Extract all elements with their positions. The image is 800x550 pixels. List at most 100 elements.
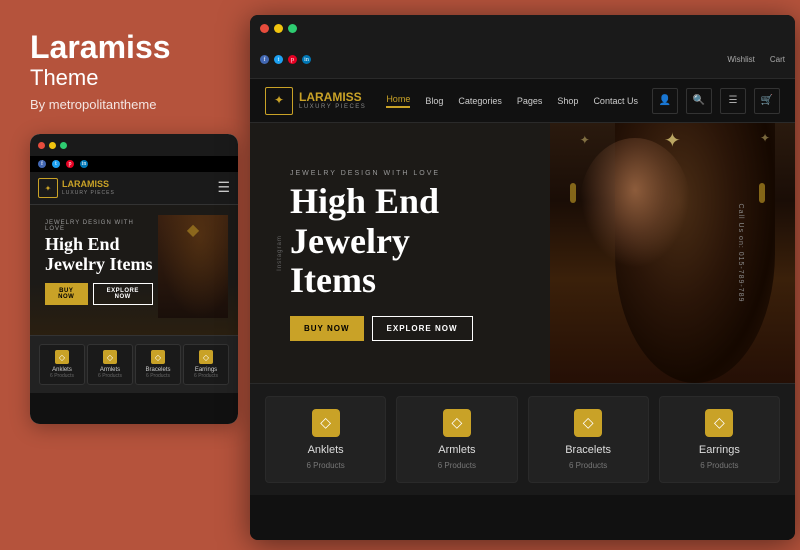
mobile-dot-red	[38, 142, 45, 149]
desktop-cat-icon-armlets: ◇	[443, 409, 471, 437]
desktop-cat-count-bracelets: 6 Products	[569, 461, 607, 470]
hero-image: ✦ ✦ ✦ Call Us on: 015-789-789	[550, 123, 795, 383]
left-panel: Laramiss Theme By metropolitantheme f t …	[0, 0, 248, 550]
desktop-hero-title: High EndJewelryItems	[290, 182, 530, 301]
mobile-dot-green	[60, 142, 67, 149]
desktop-cat-name-armlets: Armlets	[438, 444, 475, 456]
desktop-call-label: Call Us on: 015-789-789	[737, 204, 744, 303]
desktop-logo-text-area: LARAMISS LUXURY PIECES	[299, 91, 366, 110]
desktop-cat-armlets[interactable]: ◇ Armlets 6 Products	[396, 396, 517, 483]
mobile-dot-yellow	[49, 142, 56, 149]
mobile-cat-count-armlets: 6 Products	[91, 373, 129, 379]
desktop-cat-anklets[interactable]: ◇ Anklets 6 Products	[265, 396, 386, 483]
desktop-utility-nav: f t p in Wishlist Cart	[250, 41, 795, 79]
nav-pages[interactable]: Pages	[517, 96, 543, 106]
desktop-categories: ◇ Anklets 6 Products ◇ Armlets 6 Product…	[250, 383, 795, 495]
desktop-cat-icon-anklets: ◇	[312, 409, 340, 437]
mobile-cat-bracelets[interactable]: ◇ Bracelets 6 Products	[135, 344, 181, 385]
desktop-cat-bracelets[interactable]: ◇ Bracelets 6 Products	[528, 396, 649, 483]
desktop-hero-left: JEWELRY DESIGN WITH LOVE High EndJewelry…	[250, 123, 550, 383]
mobile-hero-title: High EndJewelry Items	[45, 235, 153, 275]
desktop-cat-name-earrings: Earrings	[699, 444, 740, 456]
desktop-logo-icon: ✦	[265, 87, 293, 115]
desktop-hero-right: ✦ ✦ ✦ Call Us on: 015-789-789	[550, 123, 795, 383]
mobile-cat-icon-anklets: ◇	[55, 350, 69, 364]
desktop-top-bar	[250, 15, 795, 41]
desktop-account-icon[interactable]: 👤	[652, 88, 678, 114]
mobile-logo-icon: ✦	[38, 178, 58, 198]
mobile-cat-icon-bracelets: ◇	[151, 350, 165, 364]
desktop-cat-count-earrings: 6 Products	[700, 461, 738, 470]
desktop-content: f t p in Wishlist Cart ✦ LARAMISS LUXURY…	[250, 41, 795, 540]
desktop-buy-button[interactable]: BUY NOW	[290, 316, 364, 341]
mobile-preview: f t p in ✦ LARAMISS LUXURY PIECES ☰	[30, 134, 238, 424]
desktop-cart-icon[interactable]: 🛒	[754, 88, 780, 114]
mobile-social-pinterest: p	[66, 160, 74, 168]
mobile-nav: ✦ LARAMISS LUXURY PIECES ☰	[30, 172, 238, 205]
brand-subtitle: Theme	[30, 65, 228, 91]
mobile-cat-icon-armlets: ◇	[103, 350, 117, 364]
mobile-logo-sub: LUXURY PIECES	[62, 190, 115, 196]
desktop-explore-button[interactable]: EXPLORE NOW	[372, 316, 473, 341]
mobile-social-facebook: f	[38, 160, 46, 168]
mobile-hero-small-text: JEWELRY DESIGN WITH LOVE	[45, 220, 153, 232]
desktop-main-links: Home Blog Categories Pages Shop Contact …	[386, 94, 652, 108]
desktop-cat-count-armlets: 6 Products	[438, 461, 476, 470]
desktop-nav-right: Wishlist Cart	[727, 55, 785, 64]
nav-home[interactable]: Home	[386, 94, 410, 108]
desktop-search-icon[interactable]: 🔍	[686, 88, 712, 114]
mobile-buy-button[interactable]: BUY NOW	[45, 283, 88, 305]
desktop-logo-brand: LARAMISS	[299, 91, 366, 104]
wishlist-link[interactable]: Wishlist	[727, 55, 755, 64]
mobile-social-bar: f t p in	[30, 156, 238, 172]
mobile-hamburger-icon[interactable]: ☰	[217, 180, 230, 197]
mobile-social-linkedin: in	[80, 160, 88, 168]
brand-title: Laramiss	[30, 30, 228, 65]
desktop-preview: f t p in Wishlist Cart ✦ LARAMISS LUXURY…	[250, 15, 795, 540]
mobile-cat-count-bracelets: 6 Products	[139, 373, 177, 379]
desktop-main-nav: ✦ LARAMISS LUXURY PIECES Home Blog Categ…	[250, 79, 795, 123]
mobile-top-bar	[30, 134, 238, 156]
mobile-btn-row: BUY NOW EXPLORE NOW	[45, 283, 153, 305]
mobile-cat-armlets[interactable]: ◇ Armlets 6 Products	[87, 344, 133, 385]
mobile-logo-area: ✦ LARAMISS LUXURY PIECES	[38, 178, 115, 198]
mobile-logo-text-area: LARAMISS LUXURY PIECES	[62, 180, 115, 196]
brand-by: By metropolitantheme	[30, 97, 228, 112]
mobile-cat-anklets[interactable]: ◇ Anklets 6 Products	[39, 344, 85, 385]
mobile-content: f t p in ✦ LARAMISS LUXURY PIECES ☰	[30, 156, 238, 424]
desktop-logo-sub: LUXURY PIECES	[299, 104, 366, 110]
nav-blog[interactable]: Blog	[425, 96, 443, 106]
desktop-logo-area: ✦ LARAMISS LUXURY PIECES	[265, 87, 366, 115]
desktop-cat-icon-bracelets: ◇	[574, 409, 602, 437]
desktop-social-twitter[interactable]: t	[274, 55, 283, 64]
desktop-nav-icons: 👤 🔍 ☰ 🛒	[652, 88, 780, 114]
mobile-hero: JEWELRY DESIGN WITH LOVE High EndJewelry…	[30, 205, 238, 335]
desktop-social-linkedin[interactable]: in	[302, 55, 311, 64]
nav-shop[interactable]: Shop	[557, 96, 578, 106]
desktop-dot-green	[288, 24, 297, 33]
desktop-menu-icon[interactable]: ☰	[720, 88, 746, 114]
desktop-social-facebook[interactable]: f	[260, 55, 269, 64]
mobile-cat-earrings[interactable]: ◇ Earrings 6 Products	[183, 344, 229, 385]
desktop-hero-small-text: JEWELRY DESIGN WITH LOVE	[290, 170, 530, 177]
mobile-social-twitter: t	[52, 160, 60, 168]
desktop-cat-name-bracelets: Bracelets	[565, 444, 611, 456]
desktop-cat-name-anklets: Anklets	[308, 444, 344, 456]
mobile-cat-icon-earrings: ◇	[199, 350, 213, 364]
desktop-cat-icon-earrings: ◇	[705, 409, 733, 437]
nav-categories[interactable]: Categories	[458, 96, 502, 106]
mobile-cat-count-earrings: 6 Products	[187, 373, 225, 379]
desktop-cat-earrings[interactable]: ◇ Earrings 6 Products	[659, 396, 780, 483]
nav-contact[interactable]: Contact Us	[593, 96, 638, 106]
desktop-dot-red	[260, 24, 269, 33]
desktop-dot-yellow	[274, 24, 283, 33]
desktop-hero-buttons: BUY NOW EXPLORE NOW	[290, 316, 530, 341]
desktop-hero: Instagram JEWELRY DESIGN WITH LOVE High …	[250, 123, 795, 383]
mobile-cat-count-anklets: 6 Products	[43, 373, 81, 379]
mobile-explore-button[interactable]: EXPLORE NOW	[93, 283, 153, 305]
mobile-logo-text: LARAMISS	[62, 180, 115, 190]
desktop-cat-count-anklets: 6 Products	[307, 461, 345, 470]
mobile-category-row: ◇ Anklets 6 Products ◇ Armlets 6 Product…	[30, 335, 238, 393]
cart-link[interactable]: Cart	[770, 55, 785, 64]
desktop-social-pinterest[interactable]: p	[288, 55, 297, 64]
